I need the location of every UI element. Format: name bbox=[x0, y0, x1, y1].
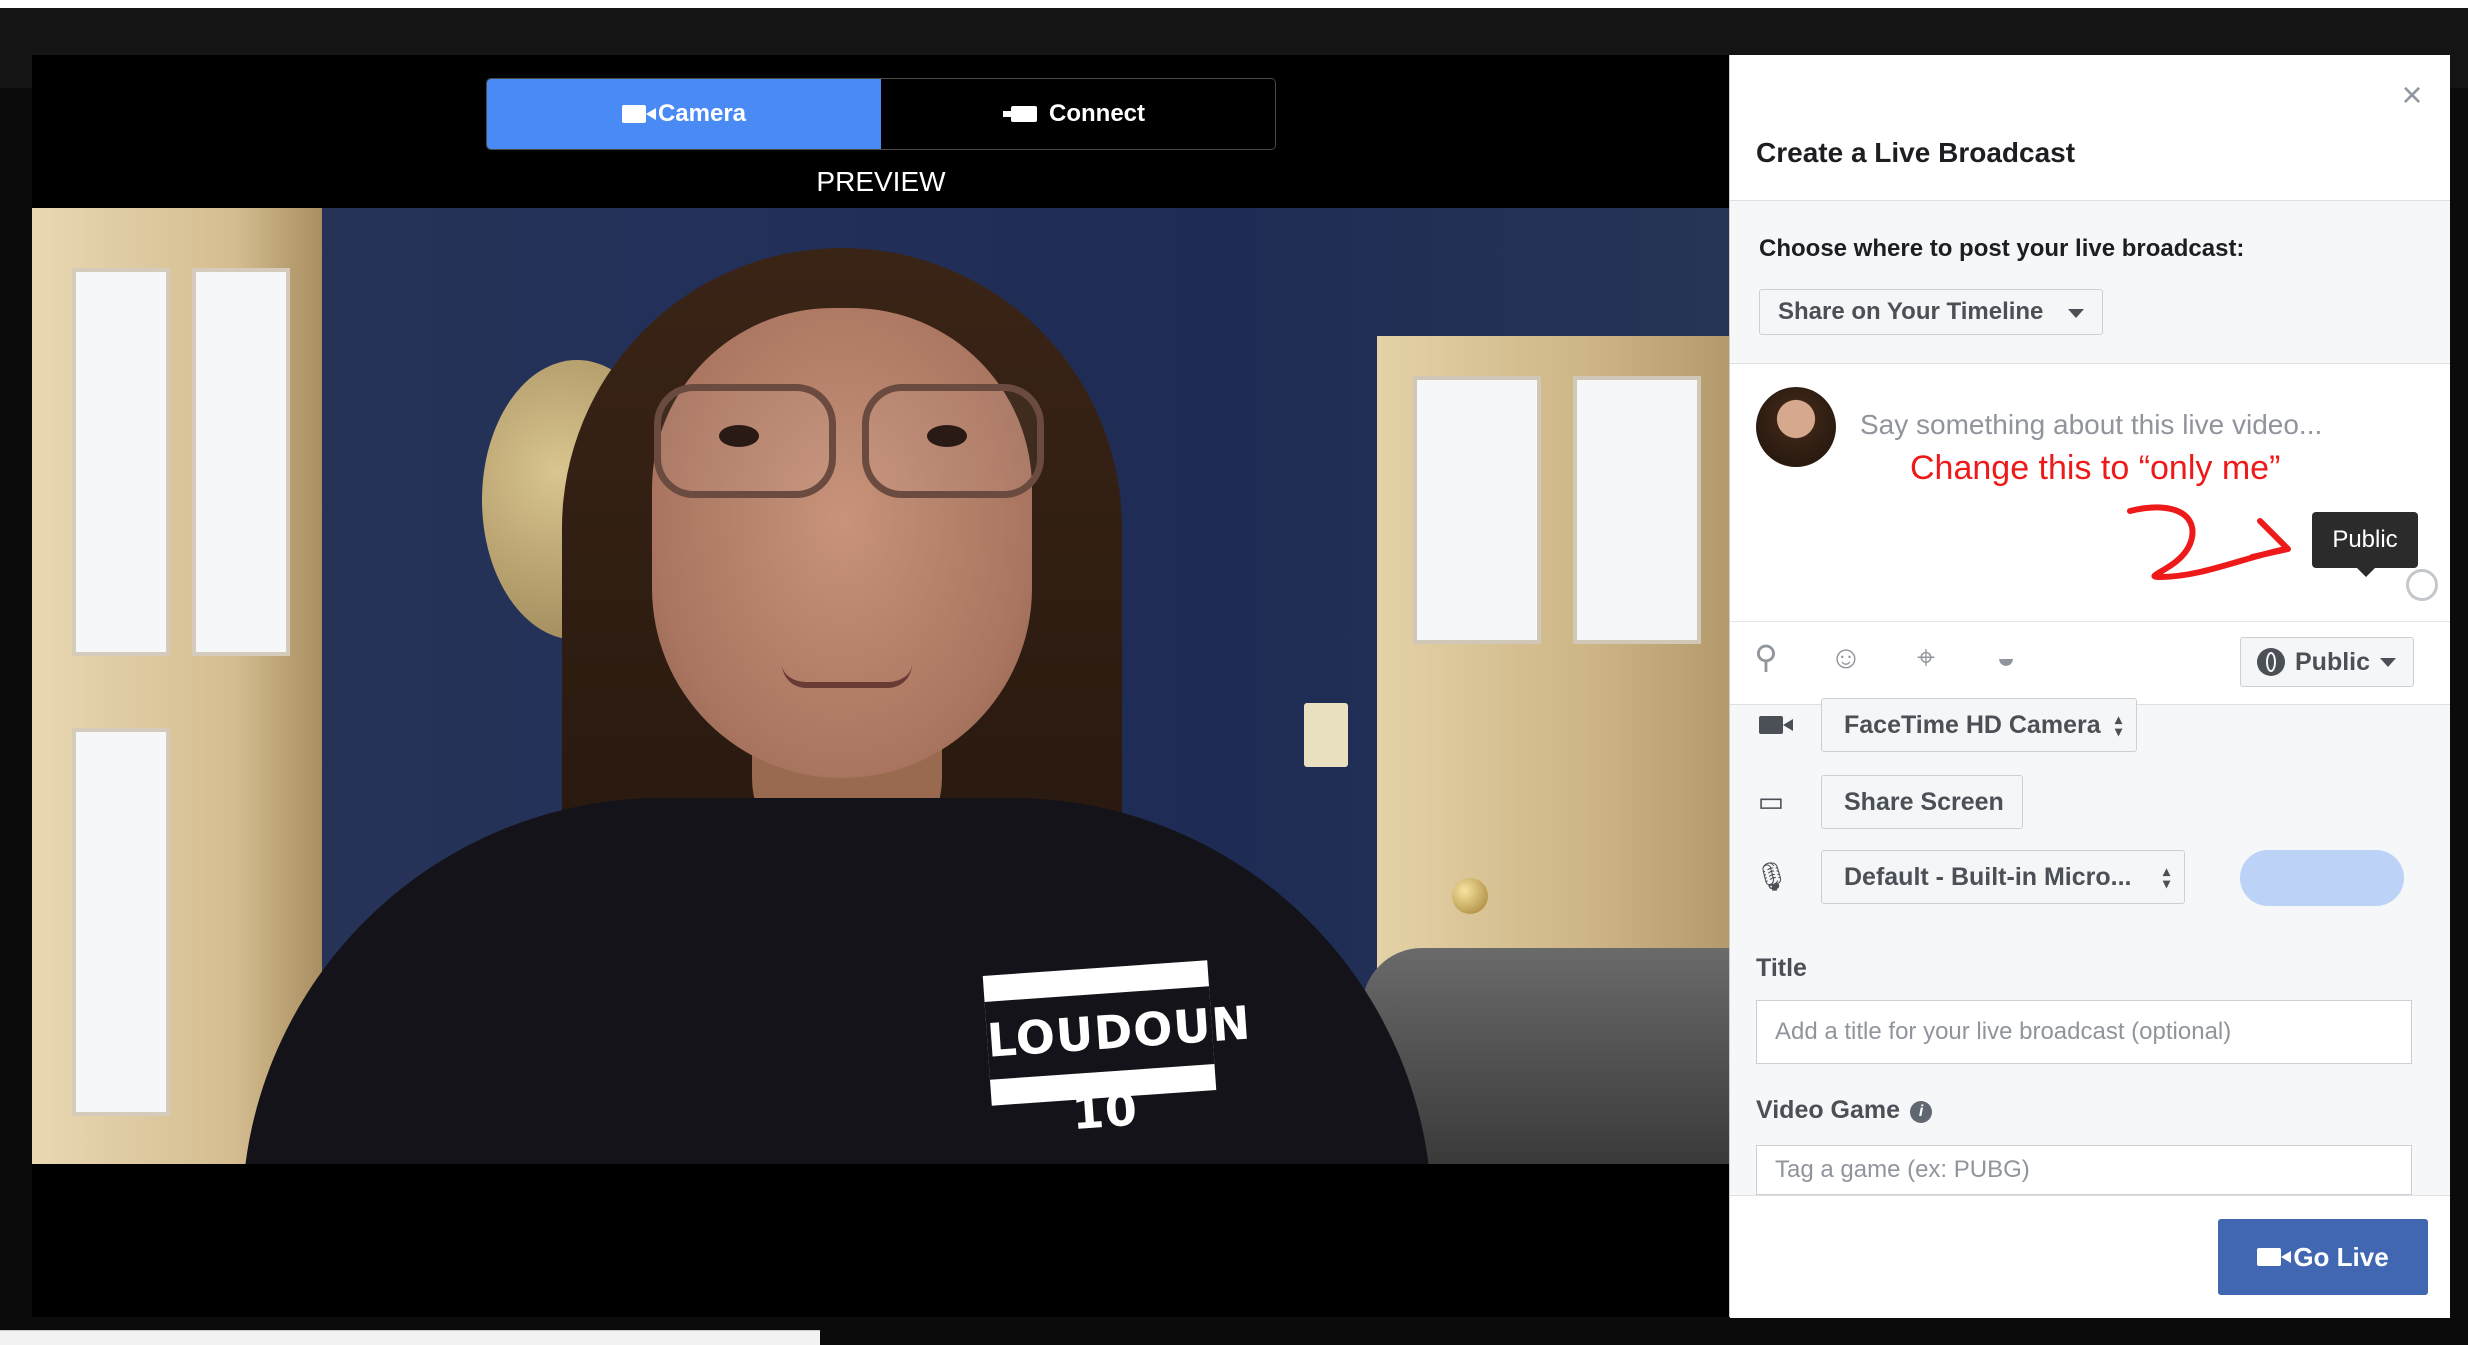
microphone-icon: 🎙 bbox=[1754, 861, 1790, 892]
shirt-logo: LOUDOUN 10 bbox=[982, 960, 1253, 1140]
tab-camera[interactable]: Camera bbox=[487, 79, 881, 149]
share-screen-button[interactable]: Share Screen bbox=[1821, 775, 2023, 829]
updown-arrows-icon: ▴ ▾ bbox=[2162, 863, 2170, 891]
microphone-select-value: Default - Built-in Micro... bbox=[1844, 862, 2132, 891]
composer: Say something about this live video... C… bbox=[1730, 363, 2450, 705]
video-camera-icon bbox=[621, 105, 656, 123]
video-game-label-text: Video Game bbox=[1756, 1096, 1901, 1124]
panel-title: Create a Live Broadcast bbox=[1756, 137, 2076, 168]
panel-footer: Go Live bbox=[1730, 1195, 2450, 1318]
tab-connect-label: Connect bbox=[1049, 100, 1145, 127]
caret-down-icon bbox=[2380, 657, 2397, 667]
left-door bbox=[32, 208, 322, 1164]
title-label: Title bbox=[1756, 954, 1807, 982]
composer-actions: ⚲ ☺ ⌖ ◒ bbox=[1748, 639, 2024, 675]
title-input[interactable] bbox=[1756, 1000, 2412, 1064]
composer-divider bbox=[1730, 621, 2450, 622]
updown-arrows-icon: ▴ ▾ bbox=[2114, 711, 2122, 739]
info-icon[interactable]: i bbox=[1910, 1101, 1933, 1123]
window-top-edge bbox=[0, 0, 2468, 8]
video-game-label: Video Game i bbox=[1756, 1096, 1933, 1125]
light-switch bbox=[1304, 703, 1348, 767]
mic-level-meter bbox=[2240, 850, 2404, 906]
annotation-text: Change this to “only me” bbox=[1910, 449, 2281, 487]
location-icon[interactable]: ⌖ bbox=[1908, 639, 1944, 675]
door-knob bbox=[1452, 878, 1488, 914]
camera-preview: LOUDOUN 10 bbox=[32, 208, 1730, 1164]
plug-icon bbox=[1003, 106, 1037, 122]
share-destination-select[interactable]: Share on Your Timeline bbox=[1759, 289, 2103, 335]
sticker-icon[interactable]: ◒ bbox=[1988, 639, 2024, 675]
preview-heading: PREVIEW bbox=[816, 166, 946, 197]
person-face bbox=[652, 308, 1032, 778]
panel-header: × Create a Live Broadcast bbox=[1730, 55, 2450, 201]
source-tabs: Camera Connect bbox=[486, 78, 1276, 150]
status-url-bar bbox=[0, 1330, 820, 1345]
share-screen-label: Share Screen bbox=[1844, 787, 2004, 816]
camera-select-value: FaceTime HD Camera bbox=[1844, 710, 2101, 739]
camera-select[interactable]: FaceTime HD Camera ▴ ▾ bbox=[1821, 698, 2137, 752]
audience-selector[interactable]: Public bbox=[2240, 637, 2414, 687]
tab-camera-label: Camera bbox=[657, 100, 747, 127]
close-icon[interactable]: × bbox=[2392, 75, 2432, 115]
video-game-input[interactable] bbox=[1756, 1145, 2412, 1195]
video-camera-icon bbox=[1754, 710, 1793, 740]
screen-device-row: ▭ Share Screen bbox=[1730, 775, 2450, 831]
tab-connect[interactable]: Connect bbox=[881, 79, 1275, 149]
person-mouth bbox=[782, 664, 912, 688]
audience-tooltip: Public bbox=[2312, 512, 2418, 577]
feeling-icon[interactable]: ☺ bbox=[1828, 639, 1864, 675]
video-camera-icon bbox=[2257, 1248, 2292, 1266]
choose-destination-label: Choose where to post your live broadcast… bbox=[1759, 235, 2245, 262]
audience-label: Public bbox=[2295, 647, 2371, 676]
go-live-button[interactable]: Go Live bbox=[2218, 1219, 2428, 1295]
avatar bbox=[1756, 387, 1836, 467]
annotation-arrow bbox=[2127, 504, 2291, 581]
microphone-device-row: 🎙 Default - Built-in Micro... ▴ ▾ bbox=[1730, 850, 2450, 906]
tag-people-icon[interactable]: ⚲ bbox=[1748, 639, 1784, 675]
monitor-icon: ▭ bbox=[1757, 786, 1785, 817]
microphone-select[interactable]: Default - Built-in Micro... ▴ ▾ bbox=[1821, 850, 2185, 904]
person-shirt bbox=[242, 798, 1432, 1164]
camera-device-row: FaceTime HD Camera ▴ ▾ bbox=[1730, 698, 2450, 754]
description-input[interactable]: Say something about this live video... bbox=[1860, 409, 2322, 441]
caret-down-icon bbox=[2068, 309, 2084, 318]
shirt-logo-text: LOUDOUN 10 bbox=[984, 986, 1253, 1140]
emoji-icon[interactable] bbox=[2406, 569, 2438, 601]
person-glasses bbox=[644, 384, 1044, 498]
globe-icon bbox=[2257, 648, 2285, 676]
share-destination-value: Share on Your Timeline bbox=[1778, 298, 2044, 325]
broadcast-panel: × Create a Live Broadcast Choose where t… bbox=[1729, 55, 2450, 1318]
go-live-label: Go Live bbox=[2293, 1241, 2389, 1272]
